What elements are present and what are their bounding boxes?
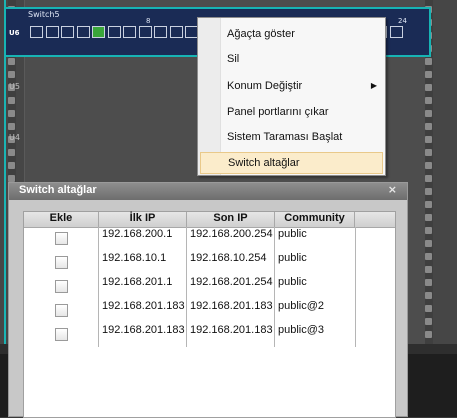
menu-item-change-location[interactable]: Konum Değiştir ▶ bbox=[200, 75, 383, 97]
chevron-right-icon: ▶ bbox=[370, 81, 377, 90]
rail-slot bbox=[425, 318, 432, 325]
switch-port[interactable] bbox=[30, 26, 43, 38]
rail-slot bbox=[425, 305, 432, 312]
menu-item-label: Sistem Taraması Başlat bbox=[227, 131, 343, 143]
rail-slot bbox=[8, 58, 15, 65]
column-header-first-ip[interactable]: İlk IP bbox=[99, 212, 187, 227]
rail-slot bbox=[425, 227, 432, 234]
switch-port[interactable] bbox=[61, 26, 74, 38]
close-icon[interactable]: × bbox=[388, 183, 397, 196]
switch-name: Switch5 bbox=[28, 10, 60, 19]
menu-item-delete[interactable]: Sil bbox=[200, 48, 383, 70]
switch-unit-label: U6 bbox=[9, 29, 20, 37]
row-checkbox[interactable] bbox=[55, 328, 68, 341]
switch-port[interactable] bbox=[154, 26, 167, 38]
first-ip-cell: 192.168.201.1 bbox=[102, 276, 173, 288]
last-ip-cell: 192.168.200.254 bbox=[190, 228, 273, 240]
last-ip-cell: 192.168.201.254 bbox=[190, 276, 273, 288]
port-number-label: 24 bbox=[398, 17, 407, 25]
subnets-table: Ekle İlk IP Son IP Community 192.168.200… bbox=[23, 211, 396, 418]
community-cell: public@3 bbox=[278, 324, 325, 336]
column-header-community[interactable]: Community bbox=[275, 212, 355, 227]
menu-item-start-system-scan[interactable]: Sistem Taraması Başlat bbox=[200, 126, 383, 148]
table-row[interactable]: 192.168.201.1 192.168.201.254 public bbox=[24, 276, 395, 300]
rail-slot bbox=[425, 162, 432, 169]
row-checkbox[interactable] bbox=[55, 232, 68, 245]
last-ip-cell: 192.168.201.183 bbox=[190, 324, 273, 336]
column-header-last-ip[interactable]: Son IP bbox=[187, 212, 275, 227]
rail-slot bbox=[8, 123, 15, 130]
rail-slot bbox=[8, 71, 15, 78]
rail-slot bbox=[425, 279, 432, 286]
community-cell: public@2 bbox=[278, 300, 325, 312]
context-menu: Ağaçta göster Sil Konum Değiştir ▶ Panel … bbox=[197, 17, 386, 176]
row-checkbox[interactable] bbox=[55, 280, 68, 293]
community-cell: public bbox=[278, 276, 307, 288]
community-cell: public bbox=[278, 228, 307, 240]
rail-slot bbox=[425, 84, 432, 91]
last-ip-cell: 192.168.201.183 bbox=[190, 300, 273, 312]
rail-slot bbox=[425, 58, 432, 65]
rail-slot bbox=[425, 214, 432, 221]
table-header: Ekle İlk IP Son IP Community bbox=[24, 212, 395, 228]
port-number-label: 8 bbox=[146, 17, 151, 25]
table-row[interactable]: 192.168.200.1 192.168.200.254 public bbox=[24, 228, 395, 252]
column-header-add[interactable]: Ekle bbox=[24, 212, 99, 227]
first-ip-cell: 192.168.10.1 bbox=[102, 252, 167, 264]
rail-slot bbox=[425, 201, 432, 208]
dialog-title-bar[interactable]: Switch altağlar × bbox=[9, 183, 407, 200]
menu-item-show-in-tree[interactable]: Ağaçta göster bbox=[200, 23, 383, 45]
rail-slot bbox=[8, 97, 15, 104]
menu-item-label: Switch altağlar bbox=[228, 157, 300, 169]
switch-port[interactable] bbox=[169, 26, 183, 38]
table-row[interactable]: 192.168.201.183 192.168.201.183 public@2 bbox=[24, 300, 395, 324]
switch-port[interactable] bbox=[138, 26, 152, 38]
switch-port[interactable] bbox=[92, 26, 105, 38]
rail-slot bbox=[425, 331, 432, 338]
unit-label-u4: U4 bbox=[9, 133, 20, 142]
menu-item-label: Ağaçta göster bbox=[227, 28, 295, 40]
menu-item-label: Konum Değiştir bbox=[227, 80, 303, 92]
rail-slot bbox=[425, 136, 432, 143]
menu-item-label: Panel portlarını çıkar bbox=[227, 106, 329, 118]
rail-slot bbox=[8, 110, 15, 117]
rail-slot bbox=[425, 110, 432, 117]
row-checkbox[interactable] bbox=[55, 256, 68, 269]
rail-slot bbox=[425, 149, 432, 156]
rail-slot bbox=[425, 97, 432, 104]
rail-slot bbox=[425, 188, 432, 195]
rail-slot bbox=[425, 240, 432, 247]
first-ip-cell: 192.168.200.1 bbox=[102, 228, 173, 240]
switch-port[interactable] bbox=[107, 26, 121, 38]
rail-slot bbox=[425, 123, 432, 130]
rail-slot bbox=[8, 149, 15, 156]
rail-slot bbox=[425, 253, 432, 260]
switch-port[interactable] bbox=[45, 26, 59, 38]
switch-port[interactable] bbox=[76, 26, 90, 38]
rail-slot bbox=[425, 292, 432, 299]
community-cell: public bbox=[278, 252, 307, 264]
menu-item-remove-panel-ports[interactable]: Panel portlarını çıkar bbox=[200, 101, 383, 123]
rail-slot bbox=[425, 266, 432, 273]
menu-item-label: Sil bbox=[227, 53, 240, 65]
rail-slot bbox=[8, 162, 15, 169]
table-row[interactable]: 192.168.10.1 192.168.10.254 public bbox=[24, 252, 395, 276]
switch-port[interactable] bbox=[123, 26, 136, 38]
rail-slot bbox=[8, 175, 15, 182]
dialog-title: Switch altağlar bbox=[19, 184, 97, 196]
row-checkbox[interactable] bbox=[55, 304, 68, 317]
rail-slot bbox=[425, 71, 432, 78]
table-row[interactable]: 192.168.201.183 192.168.201.183 public@3 bbox=[24, 324, 395, 348]
menu-item-switch-subnets[interactable]: Switch altağlar bbox=[200, 152, 383, 174]
last-ip-cell: 192.168.10.254 bbox=[190, 252, 267, 264]
switch-subnets-dialog: Switch altağlar × Ekle İlk IP Son IP Com… bbox=[8, 182, 408, 418]
unit-label-u5: U5 bbox=[9, 82, 20, 91]
rail-slot bbox=[425, 175, 432, 182]
switch-port[interactable] bbox=[389, 26, 403, 38]
first-ip-cell: 192.168.201.183 bbox=[102, 324, 185, 336]
first-ip-cell: 192.168.201.183 bbox=[102, 300, 185, 312]
